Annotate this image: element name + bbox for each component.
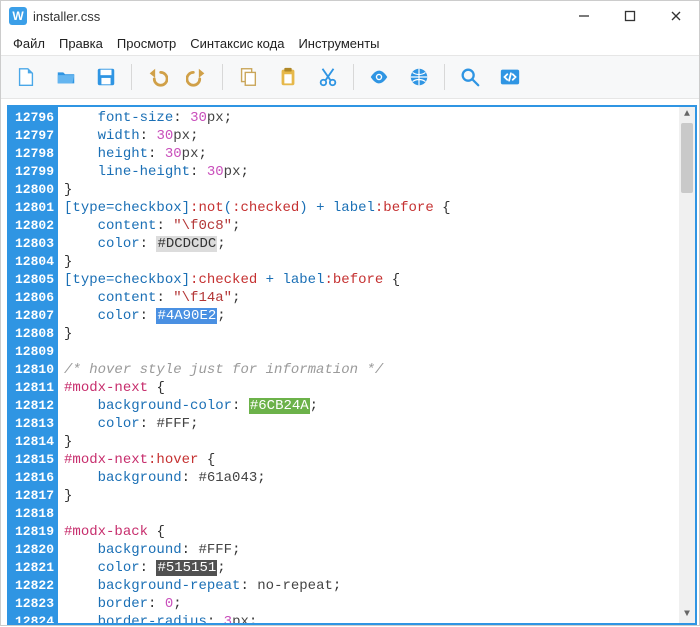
line-number: 12801 — [15, 199, 54, 217]
line-number: 12796 — [15, 109, 54, 127]
code-line[interactable]: content: "\f0c8"; — [64, 217, 689, 235]
scroll-down-icon[interactable]: ▼ — [679, 607, 695, 623]
find-button[interactable] — [455, 62, 485, 92]
scroll-up-icon[interactable]: ▲ — [679, 107, 695, 123]
line-number: 12800 — [15, 181, 54, 199]
line-number: 12818 — [15, 505, 54, 523]
copy-button[interactable] — [233, 62, 263, 92]
menu-syntax[interactable]: Синтаксис кода — [190, 36, 284, 51]
toolbar — [1, 55, 699, 99]
close-button[interactable] — [653, 1, 699, 31]
code-line[interactable]: #modx-next:hover { — [64, 451, 689, 469]
cut-button[interactable] — [313, 62, 343, 92]
menu-file[interactable]: Файл — [13, 36, 45, 51]
line-number: 12804 — [15, 253, 54, 271]
line-number: 12799 — [15, 163, 54, 181]
code-line[interactable]: } — [64, 433, 689, 451]
code-view-button[interactable] — [495, 62, 525, 92]
line-number: 12823 — [15, 595, 54, 613]
browser-button[interactable] — [404, 62, 434, 92]
menu-view[interactable]: Просмотр — [117, 36, 176, 51]
minimize-button[interactable] — [561, 1, 607, 31]
save-button[interactable] — [91, 62, 121, 92]
code-line[interactable]: line-height: 30px; — [64, 163, 689, 181]
undo-button[interactable] — [142, 62, 172, 92]
window-title: installer.css — [33, 9, 100, 24]
preview-button[interactable] — [364, 62, 394, 92]
line-number: 12822 — [15, 577, 54, 595]
code-content[interactable]: font-size: 30px; width: 30px; height: 30… — [58, 107, 695, 623]
new-file-button[interactable] — [11, 62, 41, 92]
code-line[interactable]: [type=checkbox]:checked + label:before { — [64, 271, 689, 289]
code-line[interactable]: height: 30px; — [64, 145, 689, 163]
code-line[interactable]: background: #61a043; — [64, 469, 689, 487]
code-line[interactable]: background-repeat: no-repeat; — [64, 577, 689, 595]
maximize-button[interactable] — [607, 1, 653, 31]
code-line[interactable]: color: #FFF; — [64, 415, 689, 433]
line-number: 12807 — [15, 307, 54, 325]
code-line[interactable]: border-radius: 3px; — [64, 613, 689, 623]
app-icon: W — [9, 7, 27, 25]
code-line[interactable]: color: #DCDCDC; — [64, 235, 689, 253]
line-number: 12805 — [15, 271, 54, 289]
code-line[interactable]: } — [64, 253, 689, 271]
code-line[interactable]: } — [64, 181, 689, 199]
line-number-gutter: 1279612797127981279912800128011280212803… — [9, 107, 58, 623]
code-line[interactable]: [type=checkbox]:not(:checked) + label:be… — [64, 199, 689, 217]
line-number: 12824 — [15, 613, 54, 625]
code-line[interactable]: width: 30px; — [64, 127, 689, 145]
code-line[interactable]: background: #FFF; — [64, 541, 689, 559]
line-number: 12810 — [15, 361, 54, 379]
menubar: Файл Правка Просмотр Синтаксис кода Инст… — [1, 31, 699, 55]
paste-button[interactable] — [273, 62, 303, 92]
line-number: 12809 — [15, 343, 54, 361]
code-line[interactable]: #modx-back { — [64, 523, 689, 541]
line-number: 12798 — [15, 145, 54, 163]
code-line[interactable]: color: #515151; — [64, 559, 689, 577]
line-number: 12806 — [15, 289, 54, 307]
menu-tools[interactable]: Инструменты — [298, 36, 379, 51]
line-number: 12821 — [15, 559, 54, 577]
menu-edit[interactable]: Правка — [59, 36, 103, 51]
line-number: 12803 — [15, 235, 54, 253]
code-line[interactable]: } — [64, 325, 689, 343]
titlebar: W installer.css — [1, 1, 699, 31]
line-number: 12812 — [15, 397, 54, 415]
line-number: 12817 — [15, 487, 54, 505]
code-line[interactable]: border: 0; — [64, 595, 689, 613]
line-number: 12820 — [15, 541, 54, 559]
line-number: 12802 — [15, 217, 54, 235]
code-line[interactable]: background-color: #6CB24A; — [64, 397, 689, 415]
code-line[interactable] — [64, 505, 689, 523]
code-line[interactable]: content: "\f14a"; — [64, 289, 689, 307]
line-number: 12811 — [15, 379, 54, 397]
code-line[interactable]: } — [64, 487, 689, 505]
line-number: 12819 — [15, 523, 54, 541]
code-line[interactable]: #modx-next { — [64, 379, 689, 397]
line-number: 12813 — [15, 415, 54, 433]
code-editor[interactable]: 1279612797127981279912800128011280212803… — [7, 105, 697, 625]
line-number: 12816 — [15, 469, 54, 487]
open-button[interactable] — [51, 62, 81, 92]
code-line[interactable] — [64, 343, 689, 361]
line-number: 12808 — [15, 325, 54, 343]
scrollbar-thumb[interactable] — [681, 123, 693, 193]
code-line[interactable]: /* hover style just for information */ — [64, 361, 689, 379]
redo-button[interactable] — [182, 62, 212, 92]
code-line[interactable]: color: #4A90E2; — [64, 307, 689, 325]
line-number: 12815 — [15, 451, 54, 469]
line-number: 12797 — [15, 127, 54, 145]
vertical-scrollbar[interactable]: ▲ ▼ — [679, 107, 695, 623]
code-line[interactable]: font-size: 30px; — [64, 109, 689, 127]
line-number: 12814 — [15, 433, 54, 451]
